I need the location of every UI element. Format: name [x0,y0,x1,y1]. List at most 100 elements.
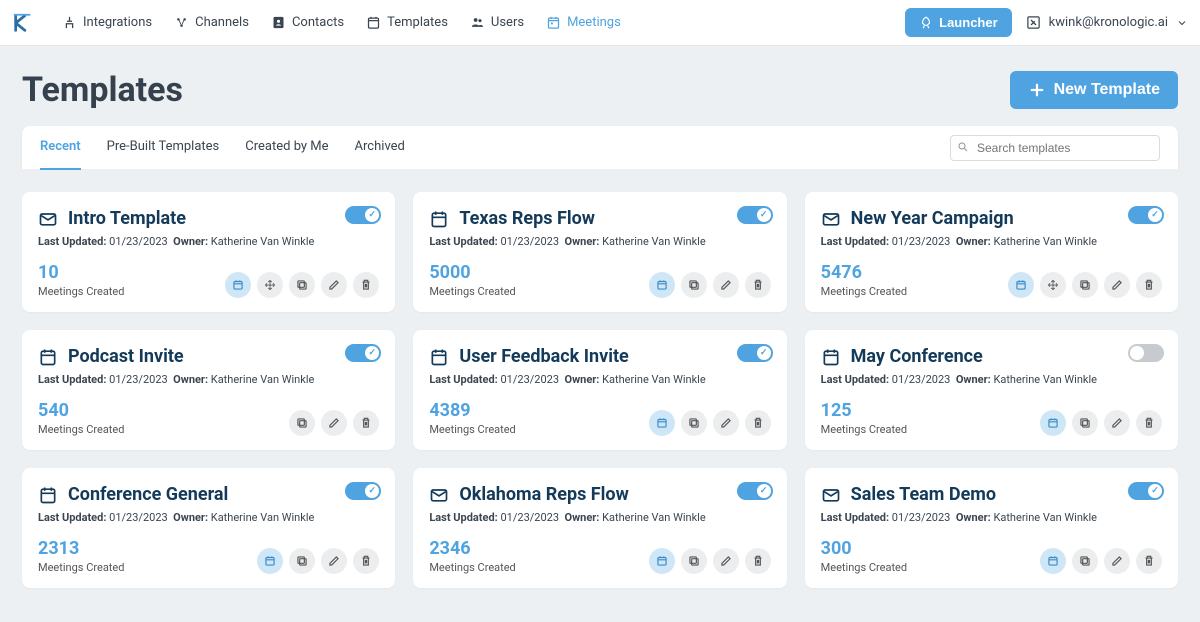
nav-templates[interactable]: Templates [366,15,448,30]
contacts-icon [271,15,286,30]
card-title: Texas Reps Flow [459,208,595,229]
card-meta: Last Updated: 01/23/2023 Owner: Katherin… [821,235,1162,248]
card-actions [1040,548,1162,574]
edit-action[interactable] [1104,548,1130,574]
tab-created-by-me[interactable]: Created by Me [245,125,328,170]
card-title: Intro Template [68,208,186,229]
tab-recent[interactable]: Recent [40,125,81,170]
copy-action[interactable] [289,410,315,436]
launcher-button[interactable]: Launcher [905,8,1012,37]
trash-action[interactable] [1136,410,1162,436]
card-meta: Last Updated: 01/23/2023 Owner: Katherin… [429,235,770,248]
copy-icon [687,416,701,430]
edit-action[interactable] [321,410,347,436]
edit-icon [327,416,341,430]
move-action[interactable] [1040,272,1066,298]
meetings-label: Meetings Created [38,285,124,298]
cal-action[interactable] [1008,272,1034,298]
edit-icon [719,278,733,292]
cal-action[interactable] [649,410,675,436]
trash-icon [1142,278,1156,292]
trash-icon [359,554,373,568]
active-toggle[interactable] [737,206,773,224]
cal-action[interactable] [257,548,283,574]
trash-icon [1142,554,1156,568]
cal-action[interactable] [225,272,251,298]
edit-action[interactable] [713,272,739,298]
edit-action[interactable] [321,548,347,574]
tab-archived[interactable]: Archived [355,125,405,170]
copy-action[interactable] [289,272,315,298]
edit-icon [1110,278,1124,292]
new-template-button[interactable]: New Template [1010,71,1178,109]
nav-meetings[interactable]: Meetings [546,15,621,30]
cal-icon [263,554,277,568]
copy-icon [1078,554,1092,568]
chevron-down-icon [1176,17,1188,29]
cal-action[interactable] [649,548,675,574]
template-card: User Feedback InviteLast Updated: 01/23/… [413,330,786,450]
cal-action[interactable] [1040,548,1066,574]
card-meta: Last Updated: 01/23/2023 Owner: Katherin… [38,511,379,524]
copy-icon [1078,278,1092,292]
nav-contacts[interactable]: Contacts [271,15,344,30]
edit-action[interactable] [713,548,739,574]
trash-action[interactable] [1136,272,1162,298]
card-actions [649,410,771,436]
edit-action[interactable] [1104,410,1130,436]
card-title: Conference General [68,484,228,505]
cal-icon [231,278,245,292]
tab-pre-built-templates[interactable]: Pre-Built Templates [107,125,220,170]
meetings-count: 540 [38,400,124,421]
active-toggle[interactable] [345,206,381,224]
move-action[interactable] [257,272,283,298]
active-toggle[interactable] [1128,344,1164,362]
search-icon [957,141,969,153]
template-card: Podcast InviteLast Updated: 01/23/2023 O… [22,330,395,450]
cal-icon [655,416,669,430]
trash-action[interactable] [1136,548,1162,574]
edit-action[interactable] [321,272,347,298]
trash-action[interactable] [745,272,771,298]
trash-action[interactable] [353,272,379,298]
template-card: Sales Team DemoLast Updated: 01/23/2023 … [805,468,1178,588]
card-meta: Last Updated: 01/23/2023 Owner: Katherin… [821,511,1162,524]
move-icon [1046,278,1060,292]
template-card: Intro TemplateLast Updated: 01/23/2023 O… [22,192,395,312]
nav-label: Integrations [83,15,152,30]
active-toggle[interactable] [1128,206,1164,224]
nav-channels[interactable]: Channels [174,15,249,30]
trash-action[interactable] [745,548,771,574]
card-actions [1008,272,1162,298]
copy-action[interactable] [1072,272,1098,298]
template-card: Conference General Last Updated: 01/23/20… [22,468,395,588]
plus-icon [1028,81,1046,99]
copy-action[interactable] [681,548,707,574]
copy-action[interactable] [289,548,315,574]
meetings-label: Meetings Created [429,285,515,298]
cal-icon [38,485,58,505]
search-input[interactable] [950,135,1160,161]
copy-action[interactable] [1072,548,1098,574]
copy-icon [687,278,701,292]
trash-action[interactable] [353,548,379,574]
user-menu[interactable]: kwink@kronologic.ai [1026,15,1188,30]
active-toggle[interactable] [345,482,381,500]
edit-action[interactable] [1104,272,1130,298]
nav-integrations[interactable]: Integrations [62,15,152,30]
trash-action[interactable] [353,410,379,436]
cal-action[interactable] [649,272,675,298]
active-toggle[interactable] [345,344,381,362]
copy-action[interactable] [1072,410,1098,436]
active-toggle[interactable] [737,344,773,362]
active-toggle[interactable] [737,482,773,500]
users-icon [470,15,485,30]
copy-action[interactable] [681,272,707,298]
meetings-count: 2313 [38,538,124,559]
active-toggle[interactable] [1128,482,1164,500]
trash-action[interactable] [745,410,771,436]
edit-action[interactable] [713,410,739,436]
copy-action[interactable] [681,410,707,436]
cal-action[interactable] [1040,410,1066,436]
nav-users[interactable]: Users [470,15,524,30]
